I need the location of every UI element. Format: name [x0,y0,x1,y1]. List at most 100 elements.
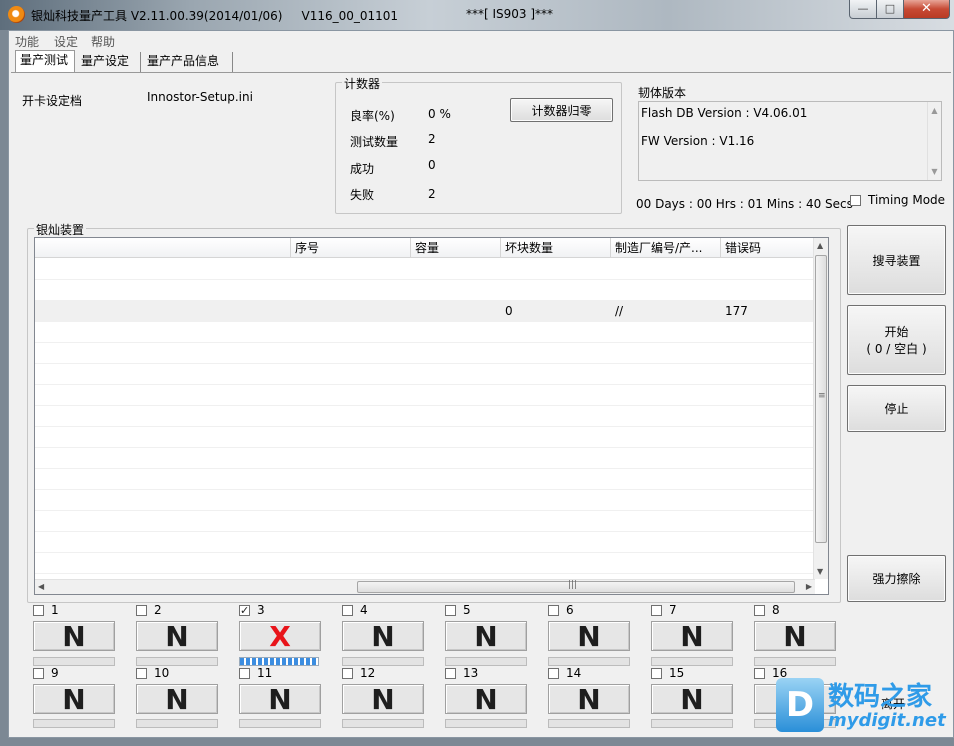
tab-mp-product-info[interactable]: 量产产品信息 [143,52,233,72]
start-label: 开始 [884,325,909,339]
col-serial[interactable]: 序号 [291,238,411,258]
start-sublabel: ( 0 / 空白 ) [866,342,927,356]
reset-counter-button[interactable]: 计数器归零 [510,98,613,122]
scroll-right-icon[interactable]: ▶ [806,582,812,591]
port-12-checkbox[interactable] [342,668,353,679]
table-row[interactable] [35,406,815,427]
port-5-status: N [445,621,527,651]
window-title: 银灿科技量产工具 V2.11.00.39(2014/01/06) V116_00… [31,9,399,23]
table-row[interactable]: 0 // 177 [35,301,815,322]
firmware-scrollbar[interactable]: ▲ ▼ [927,102,941,180]
firmware-box: Flash DB Version : V4.06.01 FW Version :… [638,101,942,181]
scroll-left-icon[interactable]: ◀ [38,582,44,591]
force-erase-button[interactable]: 强力擦除 [847,555,946,602]
start-button[interactable]: 开始 ( 0 / 空白 ) [847,305,946,375]
table-row[interactable] [35,322,815,343]
table-row[interactable] [35,364,815,385]
table-row[interactable] [35,280,815,301]
menu-function[interactable]: 功能 [15,33,39,50]
port-6-progress [548,657,630,666]
port-3-checkbox[interactable]: ✓ [239,605,250,616]
scroll-up-icon[interactable]: ▲ [817,241,823,250]
stop-label: 停止 [884,402,909,416]
menu-settings[interactable]: 设定 [54,33,78,50]
tab-mp-settings[interactable]: 量产设定 [77,52,141,72]
port-14-status: N [548,684,630,714]
col-bad-blocks[interactable]: 坏块数量 [501,238,611,258]
col-capacity[interactable]: 容量 [411,238,501,258]
table-row[interactable] [35,511,815,532]
table-row[interactable] [35,259,815,280]
port-6-checkbox[interactable] [548,605,559,616]
minimize-button[interactable]: — [849,0,877,19]
list-horizontal-scrollbar[interactable]: ◀ ||| ▶ [35,579,815,594]
close-button[interactable]: ✕ [903,0,950,19]
menu-help[interactable]: 帮助 [91,33,115,50]
port-3-status: X [239,621,321,651]
port-4-progress [342,657,424,666]
table-row[interactable] [35,385,815,406]
scroll-down-icon[interactable]: ▼ [817,567,823,576]
horizontal-scroll-thumb[interactable]: ||| [357,580,795,593]
table-row[interactable] [35,490,815,511]
force-erase-label: 强力擦除 [872,572,921,586]
table-row[interactable] [35,427,815,448]
port-7-status: N [651,621,733,651]
search-device-button[interactable]: 搜寻装置 [847,225,946,295]
port-5-checkbox[interactable] [445,605,456,616]
port-15-checkbox[interactable] [651,668,662,679]
port-12-progress [342,719,424,728]
port-8-status: N [754,621,836,651]
table-row[interactable] [35,343,815,364]
table-row[interactable] [35,553,815,574]
device-list[interactable]: 序号 容量 坏块数量 制造厂编号/产... 错误码 0 // 177 ▲ ≡ ▼… [34,237,829,595]
vertical-scroll-thumb[interactable]: ≡ [815,255,827,543]
port-1-checkbox[interactable] [33,605,44,616]
settings-file-value: Innostor-Setup.ini [147,90,253,104]
elapsed-timer: 00 Days : 00 Hrs : 01 Mins : 40 Secs [636,197,853,211]
settings-file-label: 开卡设定档 [22,94,83,108]
minimize-icon: — [857,2,869,15]
port-9-checkbox[interactable] [33,668,44,679]
col-error-code[interactable]: 错误码 [721,238,815,258]
tab-mp-test[interactable]: 量产测试 [15,50,75,72]
watermark-text: 数码之家 [828,682,933,712]
fail-value: 2 [428,187,436,201]
firmware-title: 韧体版本 [638,86,687,100]
col-blank[interactable] [35,238,291,258]
port-11-progress [239,719,321,728]
port-7-checkbox[interactable] [651,605,662,616]
maximize-button[interactable]: □ [876,0,904,19]
yield-value: 0 % [428,107,451,121]
col-vendor-product[interactable]: 制造厂编号/产... [611,238,721,258]
port-8-checkbox[interactable] [754,605,765,616]
device-group-title: 银灿装置 [34,221,87,238]
table-row[interactable] [35,532,815,553]
timing-mode-checkbox[interactable] [850,195,861,206]
port-4-checkbox[interactable] [342,605,353,616]
port-12-number: 12 [360,666,376,680]
port-16-checkbox[interactable] [754,668,765,679]
main-window: 功能 设定 帮助 量产测试 量产设定 量产产品信息 开卡设定档 Innostor… [8,30,954,738]
yield-label: 良率(%) [350,109,395,123]
port-2-number: 2 [154,603,162,617]
port-2-checkbox[interactable] [136,605,147,616]
port-15-number: 15 [669,666,685,680]
list-vertical-scrollbar[interactable]: ▲ ≡ ▼ [813,238,828,579]
port-13-checkbox[interactable] [445,668,456,679]
counter-group: 计数器 良率(%) 0 % 测试数量 2 成功 0 失败 2 计数器归零 [335,75,622,214]
counter-title: 计数器 [342,75,383,92]
scroll-up-icon: ▲ [931,106,938,115]
table-row[interactable] [35,469,815,490]
port-10-checkbox[interactable] [136,668,147,679]
app-icon [8,6,25,23]
port-14-checkbox[interactable] [548,668,559,679]
stop-button[interactable]: 停止 [847,385,946,432]
port-11-checkbox[interactable] [239,668,250,679]
port-2-progress [136,657,218,666]
port-5-number: 5 [463,603,471,617]
port-9-status: N [33,684,115,714]
table-row[interactable] [35,448,815,469]
port-7-number: 7 [669,603,677,617]
timing-mode-label: Timing Mode [868,193,946,207]
